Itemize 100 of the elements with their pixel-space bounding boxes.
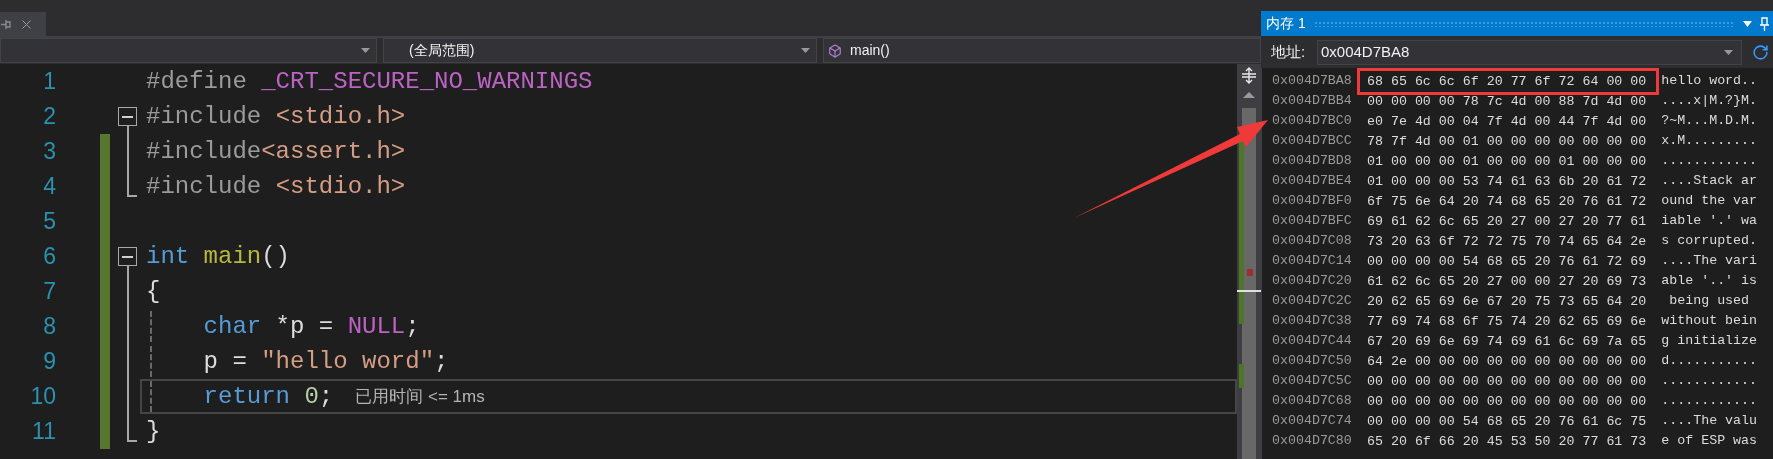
memory-bytes: 00 00 00 00 00 00 00 00 00 00 00 00 — [1367, 393, 1647, 409]
line-number: 3 — [42, 137, 56, 166]
memory-text: g initialize — [1661, 332, 1758, 351]
memory-address: 0x004D7C80 — [1272, 432, 1353, 451]
line-number: 11 — [31, 417, 56, 446]
code-line: #include <stdio.h> — [146, 101, 406, 132]
line-number: 4 — [42, 172, 56, 201]
memory-text: iable '.' wa — [1661, 212, 1758, 231]
splitter-icon[interactable] — [1241, 67, 1257, 84]
outline-end — [127, 169, 137, 197]
line-number: 8 — [42, 312, 56, 341]
memory-text: hello word.. — [1661, 72, 1758, 91]
memory-text: ............ — [1661, 152, 1758, 171]
cube-icon — [828, 43, 842, 58]
memory-text: ............ — [1661, 392, 1758, 411]
memory-address: 0x004D7C2C — [1272, 292, 1353, 311]
line-number: 1 — [42, 67, 56, 96]
memory-text: ............ — [1661, 372, 1758, 391]
memory-text: ....x|M.?}M. — [1661, 92, 1758, 111]
memory-address: 0x004D7C14 — [1272, 252, 1353, 271]
memory-text: s corrupted. — [1661, 232, 1758, 251]
memory-text: d........... — [1661, 352, 1758, 371]
caret-marker — [1237, 290, 1261, 292]
code-line: p = "hello word"; — [202, 346, 449, 377]
memory-bytes: 6f 75 6e 64 20 74 68 65 20 76 61 72 — [1367, 193, 1647, 209]
collapse-icon[interactable] — [118, 247, 137, 266]
vertical-scrollbar[interactable] — [1237, 64, 1261, 459]
memory-bytes: 65 20 6f 66 20 45 53 50 20 77 61 73 — [1367, 433, 1647, 449]
performance-tip[interactable]: 已用时间 <= 1ms — [355, 383, 485, 410]
memory-address: 0x004D7C5C — [1272, 372, 1353, 391]
memory-address: 0x004D7BCC — [1272, 132, 1353, 151]
memory-bytes: e0 7e 4d 00 04 7f 4d 00 44 7f 4d 00 — [1367, 113, 1647, 129]
refresh-icon[interactable] — [1752, 43, 1769, 61]
code-line: #include <stdio.h> — [146, 171, 406, 202]
code-line: return 0; — [202, 381, 334, 412]
memory-text: ....Stack ar — [1661, 172, 1758, 191]
memory-address: 0x004D7C44 — [1272, 332, 1353, 351]
code-line: #include<assert.h> — [146, 136, 406, 167]
memory-bytes: 69 61 62 6c 65 20 27 00 27 20 77 61 — [1367, 213, 1647, 229]
memory-bytes: 64 2e 00 00 00 00 00 00 00 00 00 00 — [1367, 353, 1647, 369]
memory-address: 0x004D7C74 — [1272, 412, 1353, 431]
document-tab[interactable] — [0, 12, 46, 36]
memory-address: 0x004D7C68 — [1272, 392, 1353, 411]
memory-text: ....The valu — [1661, 412, 1758, 431]
line-number: 5 — [42, 207, 56, 236]
memory-address: 0x004D7BD8 — [1272, 152, 1353, 171]
line-number: 10 — [29, 382, 56, 411]
memory-bytes: 00 00 00 00 54 68 65 20 76 61 72 69 — [1367, 253, 1647, 269]
code-line: #define _CRT_SECURE_NO_WARNINGS — [146, 66, 593, 97]
line-number: 7 — [42, 277, 56, 306]
memory-text: ....The vari — [1661, 252, 1758, 271]
caret-icon — [801, 48, 810, 53]
memory-text: without bein — [1661, 312, 1758, 331]
memory-address: 0x004D7C08 — [1272, 232, 1353, 251]
memory-text: being used — [1668, 292, 1751, 311]
memory-address: 0x004D7C50 — [1272, 352, 1353, 371]
caret-icon — [1724, 49, 1733, 55]
memory-bytes: 20 62 65 69 6e 67 20 75 73 65 64 20 — [1367, 293, 1647, 309]
code-line: char *p = NULL; — [202, 311, 420, 342]
memory-text: x.M......... — [1661, 132, 1758, 151]
memory-text: able '..' is — [1661, 272, 1758, 291]
memory-bytes: 61 62 6c 65 20 27 00 00 27 20 69 73 — [1367, 273, 1647, 289]
memory-bytes: 01 00 00 00 01 00 00 00 01 00 00 00 — [1367, 153, 1647, 169]
memory-bytes: 68 65 6c 6c 6f 20 77 6f 72 64 00 00 — [1367, 73, 1647, 89]
memory-bytes: 67 20 69 6e 69 74 69 61 6c 69 7a 65 — [1367, 333, 1647, 349]
memory-bytes: 77 69 74 68 6f 75 74 20 62 65 69 6e — [1367, 313, 1647, 329]
line-number: 9 — [42, 347, 56, 376]
memory-bytes: 73 20 63 6f 72 72 75 70 74 65 64 2e — [1367, 233, 1647, 249]
dropdown-icon[interactable] — [1743, 20, 1752, 27]
memory-address: 0x004D7C38 — [1272, 312, 1353, 331]
memory-address: 0x004D7BFC — [1272, 212, 1353, 231]
memory-text: ?~M...M.D.M. — [1661, 112, 1758, 131]
memory-bytes: 00 00 00 00 78 7c 4d 00 88 7d 4d 00 — [1367, 93, 1647, 109]
address-label: 地址: — [1271, 41, 1307, 62]
code-line: int main() — [146, 241, 291, 272]
pin-icon[interactable] — [1, 18, 11, 30]
code-line: { — [146, 276, 161, 307]
collapse-icon[interactable] — [118, 107, 137, 126]
code-line: } — [146, 416, 161, 447]
scope-dropdown[interactable]: (全局范围) — [383, 38, 817, 63]
scroll-up-icon[interactable] — [1243, 92, 1255, 98]
memory-text: e of ESP was — [1661, 432, 1758, 451]
outline-end — [127, 414, 137, 442]
memory-bytes: 78 7f 4d 00 01 00 00 00 00 00 00 00 — [1367, 133, 1647, 149]
address-field[interactable]: 0x004D7BA8 — [1317, 39, 1742, 65]
member-dropdown[interactable]: main() — [823, 38, 1261, 63]
memory-address: 0x004D7C20 — [1272, 272, 1353, 291]
memory-address: 0x004D7BF0 — [1272, 192, 1353, 211]
memory-address: 0x004D7BB4 — [1272, 92, 1353, 111]
memory-bytes: 01 00 00 00 53 74 61 63 6b 20 61 72 — [1367, 173, 1647, 189]
window-title: 内存 1 — [1266, 14, 1306, 33]
memory-bytes: 00 00 00 00 54 68 65 20 76 61 6c 75 — [1367, 413, 1647, 429]
memory-bytes: 00 00 00 00 00 00 00 00 00 00 00 00 — [1367, 373, 1647, 389]
line-number: 6 — [42, 242, 56, 271]
error-marker — [1247, 269, 1253, 276]
memory-text: ound the var — [1661, 192, 1758, 211]
change-marker — [1239, 364, 1244, 388]
memory-address: 0x004D7BE4 — [1272, 172, 1353, 191]
line-number: 2 — [42, 102, 56, 131]
memory-address: 0x004D7BA8 — [1272, 72, 1353, 91]
